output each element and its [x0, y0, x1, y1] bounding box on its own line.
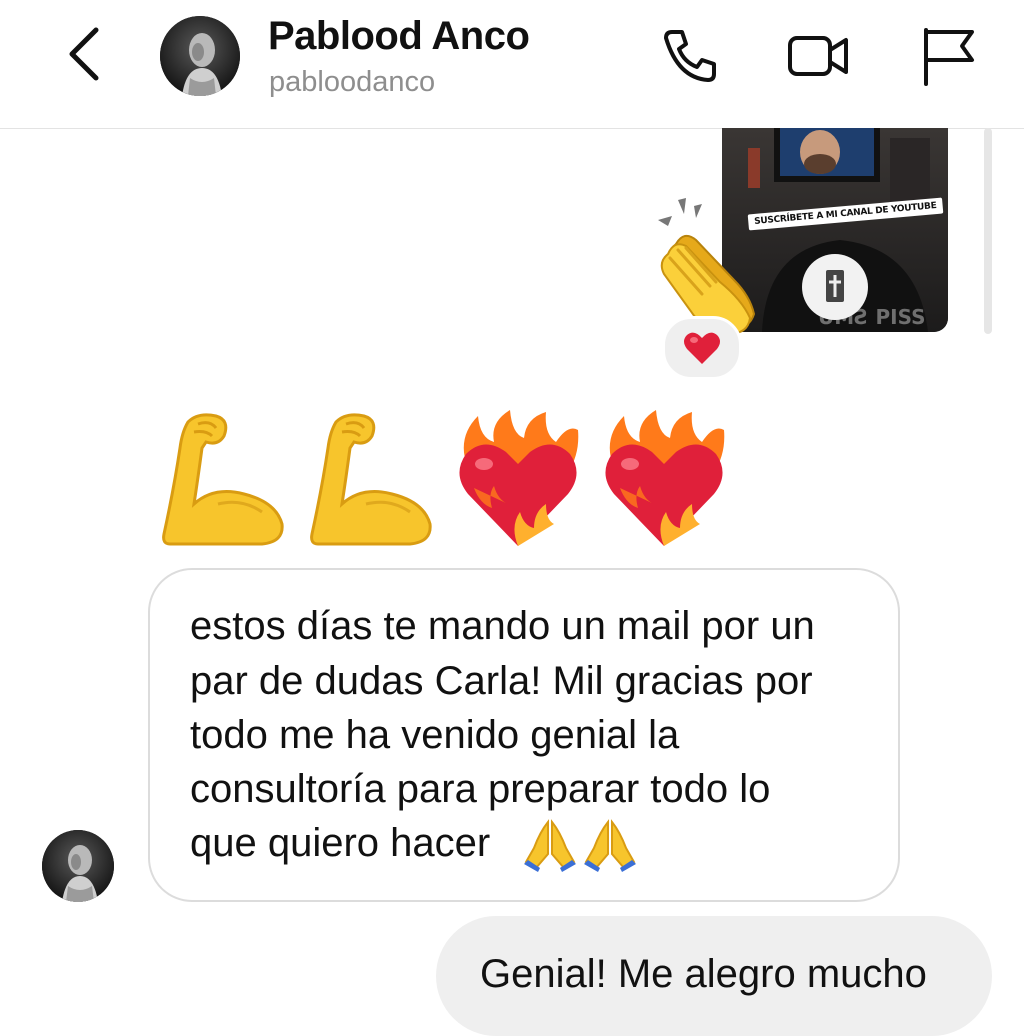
clapping-hands-emoji — [650, 196, 790, 336]
chevron-left-icon — [69, 27, 99, 81]
chat-header: Pablood Anco pabloodanco — [0, 0, 1024, 129]
report-button[interactable] — [916, 24, 980, 88]
call-button[interactable] — [658, 24, 722, 88]
story-tag-icon — [802, 254, 868, 320]
message-line: que quiero hacer — [190, 821, 491, 865]
folded-hands-emoji — [520, 818, 580, 874]
red-heart-emoji — [684, 332, 720, 364]
message-line: par de dudas Carla! Mil gracias por — [190, 659, 813, 703]
message-reaction[interactable] — [662, 316, 742, 380]
contact-username: pabloodanco — [269, 66, 436, 98]
folded-hands-emoji — [580, 818, 640, 874]
contact-avatar[interactable] — [160, 16, 240, 96]
sent-message-text: Genial! Me alegro mucho — [480, 952, 927, 996]
flexed-biceps-emoji — [306, 408, 442, 552]
message-line: todo me ha venido genial la — [190, 713, 680, 757]
back-button[interactable] — [58, 24, 118, 84]
heart-on-fire-emoji — [596, 408, 732, 552]
heart-on-fire-emoji — [450, 408, 586, 552]
video-call-button[interactable] — [786, 24, 850, 88]
scrollbar[interactable] — [984, 128, 992, 334]
flag-icon — [924, 28, 974, 86]
message-line: consultoría para preparar todo lo — [190, 767, 771, 811]
contact-name[interactable]: Pablood Anco — [268, 14, 530, 59]
sender-avatar[interactable] — [42, 830, 114, 902]
flexed-biceps-emoji — [158, 408, 294, 552]
phone-icon — [664, 30, 716, 82]
message-line: estos días te mando un mail por un — [190, 604, 815, 648]
video-camera-icon — [788, 36, 848, 76]
